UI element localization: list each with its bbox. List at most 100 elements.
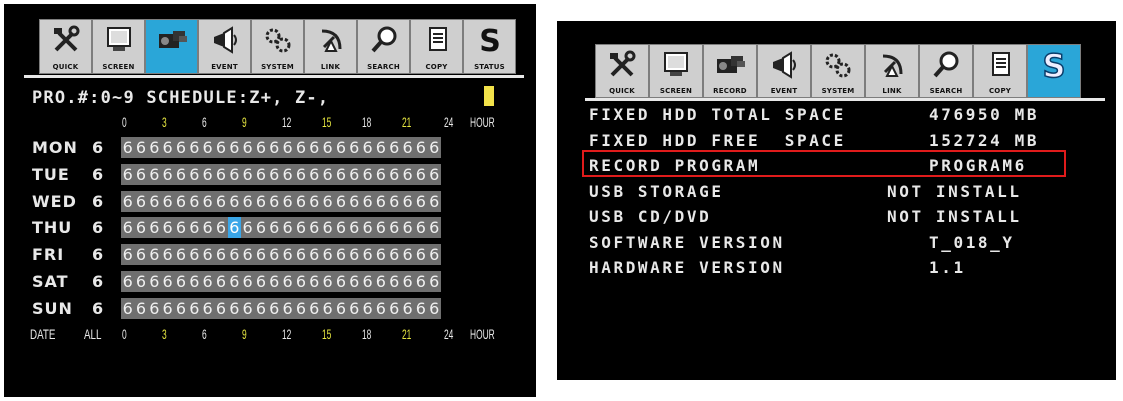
schedule-cell[interactable]: 6 bbox=[268, 217, 281, 238]
schedule-cell[interactable]: 6 bbox=[161, 137, 174, 158]
schedule-cell[interactable]: 6 bbox=[241, 217, 254, 238]
schedule-cell[interactable]: 6 bbox=[401, 244, 414, 265]
schedule-cell[interactable]: 6 bbox=[388, 164, 401, 185]
schedule-cell[interactable]: 6 bbox=[388, 244, 401, 265]
schedule-cell[interactable]: 6 bbox=[121, 217, 134, 238]
schedule-cell[interactable]: 6 bbox=[348, 271, 361, 292]
schedule-cell[interactable]: 6 bbox=[121, 137, 134, 158]
tab-status[interactable]: S STATUS bbox=[463, 19, 516, 74]
schedule-cell[interactable]: 6 bbox=[227, 217, 241, 239]
schedule-cell[interactable]: 6 bbox=[214, 137, 227, 158]
schedule-cell[interactable]: 6 bbox=[174, 244, 187, 265]
tab-quick[interactable]: QUICK bbox=[39, 19, 92, 74]
schedule-cell[interactable]: 6 bbox=[348, 298, 361, 319]
schedule-cell[interactable]: 6 bbox=[414, 271, 427, 292]
schedule-cell[interactable]: 6 bbox=[401, 137, 414, 158]
schedule-cell[interactable]: 6 bbox=[254, 191, 267, 212]
schedule-cell[interactable]: 6 bbox=[294, 137, 307, 158]
schedule-cell[interactable]: 6 bbox=[308, 164, 321, 185]
schedule-cell[interactable]: 6 bbox=[161, 164, 174, 185]
schedule-cell[interactable]: 6 bbox=[148, 271, 161, 292]
schedule-cell[interactable]: 6 bbox=[401, 271, 414, 292]
schedule-cell[interactable]: 6 bbox=[321, 217, 334, 238]
schedule-cell[interactable]: 6 bbox=[201, 298, 214, 319]
schedule-cell[interactable]: 6 bbox=[174, 271, 187, 292]
schedule-cell[interactable]: 6 bbox=[201, 271, 214, 292]
schedule-cell[interactable]: 6 bbox=[428, 298, 441, 319]
schedule-cell[interactable]: 6 bbox=[148, 191, 161, 212]
schedule-cell[interactable]: 6 bbox=[214, 191, 227, 212]
schedule-cell[interactable]: 6 bbox=[201, 164, 214, 185]
schedule-cell[interactable]: 6 bbox=[188, 244, 201, 265]
schedule-cell[interactable]: 6 bbox=[121, 271, 134, 292]
schedule-cell[interactable]: 6 bbox=[374, 137, 387, 158]
schedule-cell[interactable]: 6 bbox=[188, 217, 201, 238]
schedule-cell[interactable]: 6 bbox=[388, 271, 401, 292]
schedule-cell[interactable]: 6 bbox=[188, 191, 201, 212]
schedule-cell[interactable]: 6 bbox=[361, 191, 374, 212]
schedule-cell[interactable]: 6 bbox=[148, 244, 161, 265]
schedule-cell[interactable]: 6 bbox=[374, 271, 387, 292]
schedule-cell[interactable]: 6 bbox=[254, 164, 267, 185]
schedule-cell[interactable]: 6 bbox=[401, 217, 414, 238]
schedule-cell[interactable]: 6 bbox=[321, 164, 334, 185]
schedule-cell[interactable]: 6 bbox=[348, 164, 361, 185]
schedule-cell[interactable]: 6 bbox=[294, 217, 307, 238]
schedule-cell[interactable]: 6 bbox=[228, 298, 241, 319]
schedule-cell[interactable]: 6 bbox=[401, 164, 414, 185]
schedule-cell[interactable]: 6 bbox=[268, 137, 281, 158]
schedule-cell[interactable]: 6 bbox=[201, 217, 214, 238]
day-program[interactable]: 6 bbox=[92, 192, 103, 211]
schedule-cell[interactable]: 6 bbox=[294, 191, 307, 212]
schedule-cell[interactable]: 6 bbox=[321, 271, 334, 292]
tab-link[interactable]: LINK bbox=[865, 44, 919, 98]
schedule-cell[interactable]: 6 bbox=[414, 244, 427, 265]
schedule-cell[interactable]: 6 bbox=[361, 244, 374, 265]
schedule-cell[interactable]: 6 bbox=[228, 164, 241, 185]
schedule-cell[interactable]: 6 bbox=[281, 271, 294, 292]
schedule-cell[interactable]: 6 bbox=[308, 271, 321, 292]
footer-all-label[interactable]: ALL bbox=[84, 326, 101, 342]
tab-copy[interactable]: COPY bbox=[973, 44, 1027, 98]
schedule-cell[interactable]: 6 bbox=[241, 164, 254, 185]
schedule-cell[interactable]: 6 bbox=[374, 298, 387, 319]
schedule-cell[interactable]: 6 bbox=[214, 298, 227, 319]
tab-event[interactable]: EVENT bbox=[198, 19, 251, 74]
schedule-cell[interactable]: 6 bbox=[241, 298, 254, 319]
schedule-cell[interactable]: 6 bbox=[281, 191, 294, 212]
schedule-cell[interactable]: 6 bbox=[148, 164, 161, 185]
schedule-cell[interactable]: 6 bbox=[308, 298, 321, 319]
schedule-cell[interactable]: 6 bbox=[134, 137, 147, 158]
schedule-cell[interactable]: 6 bbox=[174, 217, 187, 238]
schedule-cell[interactable]: 6 bbox=[348, 137, 361, 158]
schedule-cell[interactable]: 6 bbox=[321, 137, 334, 158]
schedule-cell[interactable]: 6 bbox=[334, 244, 347, 265]
schedule-cell[interactable]: 6 bbox=[321, 191, 334, 212]
schedule-cell[interactable]: 6 bbox=[228, 244, 241, 265]
schedule-cell[interactable]: 6 bbox=[374, 191, 387, 212]
schedule-cell[interactable]: 6 bbox=[361, 271, 374, 292]
schedule-cell[interactable]: 6 bbox=[374, 217, 387, 238]
schedule-cell[interactable]: 6 bbox=[281, 298, 294, 319]
schedule-cell[interactable]: 6 bbox=[334, 191, 347, 212]
schedule-cell[interactable]: 6 bbox=[428, 271, 441, 292]
schedule-cell[interactable]: 6 bbox=[334, 137, 347, 158]
schedule-cell[interactable]: 6 bbox=[148, 137, 161, 158]
schedule-cell[interactable]: 6 bbox=[388, 191, 401, 212]
schedule-cell[interactable]: 6 bbox=[361, 217, 374, 238]
schedule-cell[interactable]: 6 bbox=[241, 137, 254, 158]
schedule-cell[interactable]: 6 bbox=[308, 217, 321, 238]
schedule-cell[interactable]: 6 bbox=[361, 137, 374, 158]
schedule-cell[interactable]: 6 bbox=[294, 244, 307, 265]
schedule-cell[interactable]: 6 bbox=[161, 244, 174, 265]
schedule-cell[interactable]: 6 bbox=[134, 271, 147, 292]
schedule-cell[interactable]: 6 bbox=[228, 271, 241, 292]
status-row-value[interactable]: PROGRAM6 bbox=[929, 156, 1027, 175]
schedule-cell[interactable]: 6 bbox=[414, 298, 427, 319]
schedule-cell[interactable]: 6 bbox=[134, 298, 147, 319]
schedule-cell[interactable]: 6 bbox=[401, 298, 414, 319]
schedule-cell[interactable]: 6 bbox=[254, 271, 267, 292]
schedule-cell[interactable]: 6 bbox=[188, 164, 201, 185]
schedule-cell[interactable]: 6 bbox=[268, 244, 281, 265]
schedule-cell[interactable]: 6 bbox=[428, 191, 441, 212]
